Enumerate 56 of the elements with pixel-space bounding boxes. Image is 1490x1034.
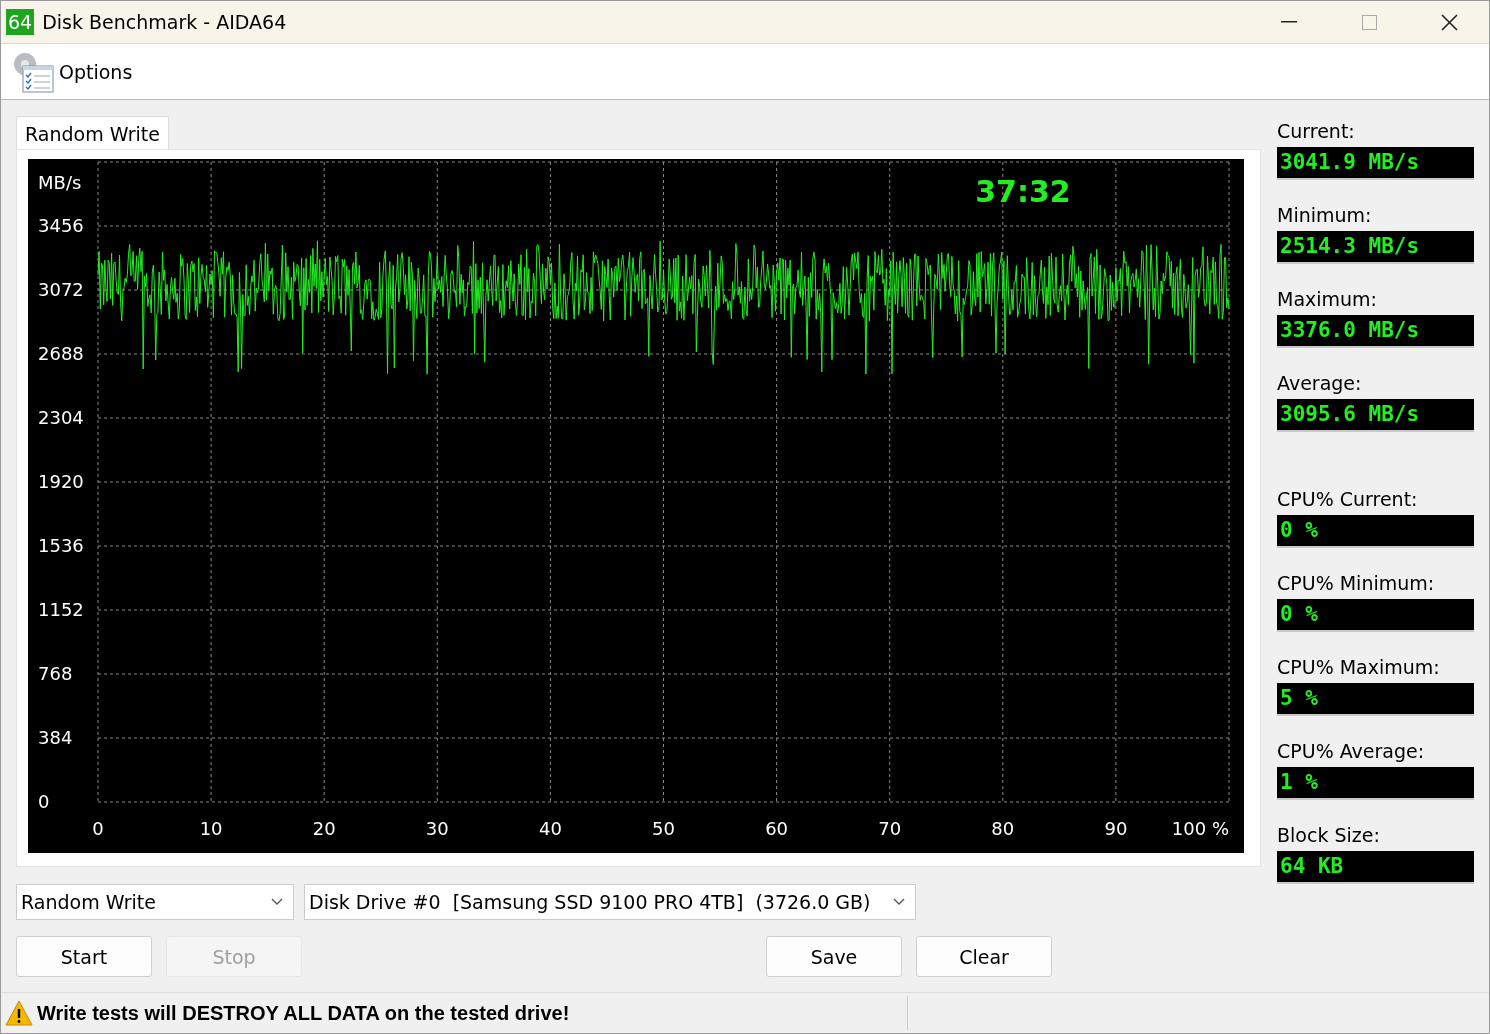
stat-label: Current: <box>1277 120 1356 142</box>
stat-value: 2514.3 MB/s <box>1277 231 1474 264</box>
warning-icon <box>5 1000 33 1026</box>
stat-value: 5 % <box>1277 683 1474 716</box>
stat-value: 64 KB <box>1277 851 1474 884</box>
close-icon[interactable] <box>1440 13 1458 31</box>
stat-value: 0 % <box>1277 599 1474 632</box>
stat-label: Average: <box>1277 372 1363 394</box>
axis-label: 50 <box>652 818 675 839</box>
axis-label: 80 <box>991 818 1015 839</box>
axis-label: 30 <box>425 818 449 839</box>
axis-label: 2304 <box>38 407 84 428</box>
axis-label: 1152 <box>38 599 84 620</box>
action-button[interactable]: Start <box>16 936 152 977</box>
minimize-icon[interactable] <box>1281 21 1297 23</box>
status-message: Write tests will DESTROY ALL DATA on the tested drive! <box>37 1001 571 1025</box>
stat-label: Maximum: <box>1277 288 1379 310</box>
stat-label: Minimum: <box>1277 204 1373 226</box>
axis-label: 20 <box>312 818 336 839</box>
axis-label: 0 <box>38 791 50 812</box>
axis-label: 70 <box>878 818 902 839</box>
stat-label: CPU% Current: <box>1277 488 1419 510</box>
axis-label: 768 <box>38 663 73 684</box>
caret-icon <box>893 898 905 906</box>
axis-label: 384 <box>38 727 73 748</box>
stat-value: 3376.0 MB/s <box>1277 315 1474 348</box>
action-button[interactable]: Save <box>766 936 902 977</box>
axis-label: 0 <box>92 818 104 839</box>
test-dropdown[interactable]: Random Write <box>16 884 294 920</box>
axis-label: 90 <box>1104 818 1128 839</box>
axis-label: 2688 <box>38 343 84 364</box>
stat-label: CPU% Maximum: <box>1277 656 1441 678</box>
stat-label: Block Size: <box>1277 824 1381 846</box>
axis-label: 3456 <box>38 215 84 236</box>
stat-label: CPU% Minimum: <box>1277 572 1436 594</box>
app-logo: 64 <box>6 9 35 35</box>
axis-label: 60 <box>765 818 789 839</box>
drive-dropdown[interactable]: Disk Drive #0 [Samsung SSD 9100 PRO 4TB] (3726.0 GB) <box>304 884 916 920</box>
axis-label: 10 <box>199 818 223 839</box>
unit-label: MB/s <box>38 172 82 193</box>
stat-label: CPU% Average: <box>1277 740 1426 762</box>
axis-label: 1920 <box>38 471 84 492</box>
options-button[interactable]: Options <box>9 49 133 94</box>
window-title: Disk Benchmark - AIDA64 <box>42 11 288 33</box>
elapsed-time: 37:32 <box>975 174 1071 209</box>
stat-value: 3095.6 MB/s <box>1277 399 1474 432</box>
stat-value: 1 % <box>1277 767 1474 800</box>
stat-value: 0 % <box>1277 515 1474 548</box>
caret-icon <box>271 898 283 906</box>
axis-label: 100 % <box>1171 818 1229 839</box>
action-button[interactable]: Clear <box>916 936 1052 977</box>
stat-value: 3041.9 MB/s <box>1277 147 1474 180</box>
tab[interactable]: Random Write <box>16 116 169 149</box>
axis-label: 40 <box>538 818 562 839</box>
axis-label: 3072 <box>38 279 84 300</box>
axis-label: 1536 <box>38 535 84 556</box>
